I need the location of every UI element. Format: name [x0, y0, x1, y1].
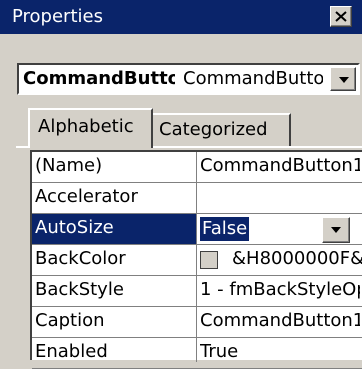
- property-row-backstyle[interactable]: BackStyle 1 - fmBackStyleOpaque: [32, 276, 362, 307]
- property-value[interactable]: 1 - fmBackStyleOpaque: [200, 279, 360, 301]
- property-value-editor[interactable]: False: [200, 217, 250, 241]
- property-name: AutoSize: [35, 217, 114, 238]
- property-value[interactable]: CommandButton1: [200, 310, 360, 332]
- property-name: Accelerator: [35, 186, 138, 207]
- object-selector[interactable]: CommandButton1 CommandButton: [17, 63, 360, 95]
- close-icon: [335, 11, 347, 22]
- chevron-down-icon: [339, 77, 349, 83]
- object-name: CommandButton1: [23, 68, 175, 89]
- value-dropdown-button[interactable]: [322, 217, 350, 243]
- property-name: BackStyle: [35, 279, 124, 300]
- property-row-name[interactable]: (Name) CommandButton1: [32, 152, 362, 183]
- property-row-backcolor[interactable]: BackColor &H8000000F&: [32, 245, 362, 276]
- property-row-caption[interactable]: Caption CommandButton1: [32, 307, 362, 338]
- property-row-enabled[interactable]: Enabled True: [32, 338, 362, 369]
- property-value[interactable]: CommandButton1: [200, 155, 360, 177]
- property-row-accelerator[interactable]: Accelerator: [32, 183, 362, 214]
- property-row-autosize[interactable]: AutoSize False: [32, 214, 362, 245]
- close-button[interactable]: [330, 6, 352, 27]
- property-name: Caption: [35, 310, 105, 331]
- tab-alphabetic[interactable]: Alphabetic: [28, 108, 153, 148]
- property-name: BackColor: [35, 248, 126, 269]
- chevron-down-icon: [331, 227, 341, 233]
- window-title: Properties: [12, 6, 103, 27]
- property-grid: (Name) CommandButton1 Accelerator AutoSi…: [30, 150, 362, 369]
- title-bar: Properties: [0, 0, 362, 34]
- tab-categorized[interactable]: Categorized: [153, 113, 291, 146]
- property-value[interactable]: &H8000000F&: [232, 248, 362, 270]
- tab-alphabetic-label: Alphabetic: [38, 116, 134, 137]
- tab-categorized-label: Categorized: [159, 119, 268, 140]
- object-selector-dropdown-button[interactable]: [330, 67, 356, 91]
- property-name: (Name): [35, 155, 103, 176]
- object-type: CommandButton: [183, 68, 323, 89]
- color-swatch: [200, 251, 218, 269]
